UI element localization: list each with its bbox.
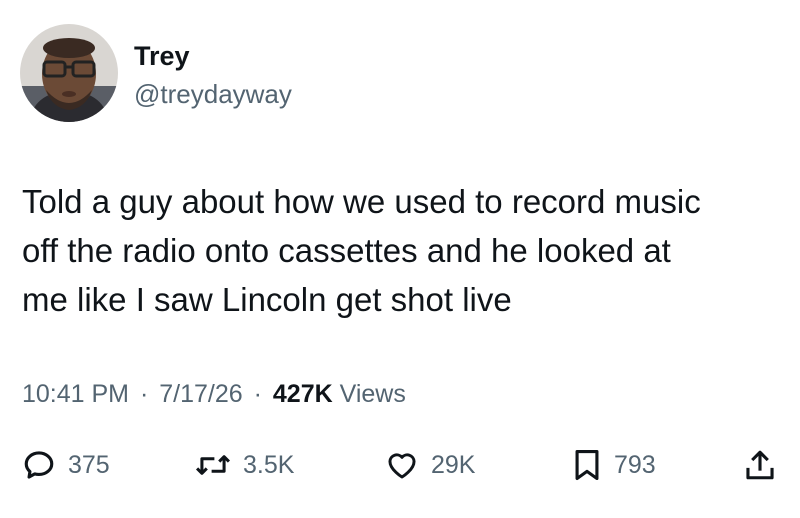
tweet-date[interactable]: 7/17/26 bbox=[159, 380, 242, 408]
bookmark-button[interactable]: 793 bbox=[572, 440, 656, 490]
tweet-metadata: 10:41 PM · 7/17/26 · 427K Views bbox=[22, 378, 406, 410]
views-label: Views bbox=[339, 380, 406, 408]
action-bar: 375 3.5K 29K 793 bbox=[0, 440, 800, 490]
retweet-button[interactable]: 3.5K bbox=[195, 440, 294, 490]
tweet-text: Told a guy about how we used to record m… bbox=[22, 183, 701, 318]
share-button[interactable] bbox=[744, 440, 776, 490]
display-name[interactable]: Trey bbox=[134, 40, 190, 72]
retweet-count: 3.5K bbox=[243, 451, 295, 479]
bookmark-count: 793 bbox=[614, 451, 656, 479]
reply-count: 375 bbox=[68, 451, 110, 479]
retweet-arrows-icon bbox=[195, 448, 231, 482]
avatar[interactable] bbox=[20, 24, 118, 122]
bookmark-icon bbox=[572, 448, 602, 482]
tweet-time[interactable]: 10:41 PM bbox=[22, 380, 129, 408]
views-count[interactable]: 427K bbox=[273, 380, 333, 408]
speech-bubble-icon bbox=[22, 448, 56, 482]
heart-icon bbox=[385, 448, 419, 482]
like-count: 29K bbox=[431, 451, 476, 479]
like-button[interactable]: 29K bbox=[385, 440, 475, 490]
tweet-card: Trey @treydayway Told a guy about how we… bbox=[0, 0, 800, 518]
meta-separator: · bbox=[253, 380, 262, 408]
user-handle[interactable]: @treydayway bbox=[134, 78, 292, 110]
reply-button[interactable]: 375 bbox=[22, 440, 110, 490]
meta-separator: · bbox=[139, 380, 149, 408]
avatar-photo bbox=[20, 24, 118, 122]
share-upload-icon bbox=[744, 448, 776, 482]
